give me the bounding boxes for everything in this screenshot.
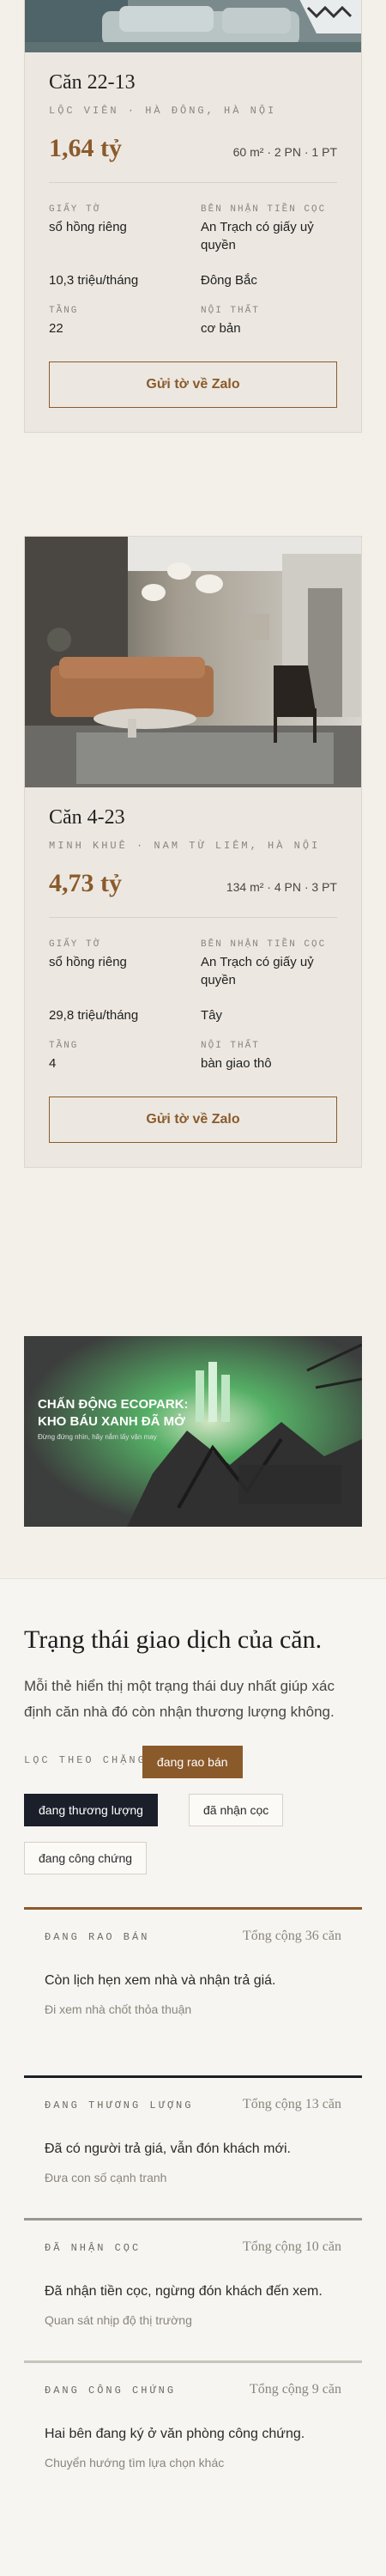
section-description: Mỗi thẻ hiển thị một trạng thái duy nhất… bbox=[24, 1678, 335, 1720]
status-name: ĐANG CÔNG CHỨNG bbox=[45, 2385, 177, 2397]
monthly-price: 29,8 triệu/tháng bbox=[49, 1008, 139, 1023]
status-text: Hai bên đang ký ở văn phòng công chứng. bbox=[45, 2427, 305, 2441]
status-card-da-nhan-coc[interactable]: ĐÃ NHẬN CỌC Tổng cộng 10 căn Đã nhận tiề… bbox=[24, 2218, 362, 2327]
deposit-label: BÊN NHẬN TIỀN CỌC bbox=[201, 204, 327, 215]
status-text: Còn lịch hẹn xem nhà và nhận trả giá. bbox=[45, 1973, 276, 1988]
status-total: Tổng cộng 10 căn bbox=[242, 2239, 341, 2254]
send-zalo-button[interactable]: Gửi tờ về Zalo bbox=[49, 1097, 337, 1143]
listing-card: Căn 22-13 LỘC VIÊN · HÀ ĐÔNG, HÀ NỘI 1,6… bbox=[24, 0, 362, 433]
status-bar bbox=[24, 1907, 362, 1910]
listing-specs: 60 m² · 2 PN · 1 PT bbox=[232, 145, 337, 159]
floor-label: TẦNG bbox=[49, 306, 79, 316]
status-subtext: Quan sát nhịp độ thị trường bbox=[45, 2313, 192, 2327]
listing-title: Căn 4-23 bbox=[49, 806, 125, 829]
banner-tagline: Đừng đứng nhìn, hãy nắm lấy vận may bbox=[38, 1433, 157, 1441]
transaction-status-section: Trạng thái giao dịch của căn. Mỗi thẻ hi… bbox=[0, 1578, 386, 2576]
interior-label: NỘI THẤT bbox=[201, 306, 260, 316]
status-name: ĐANG THƯƠNG LƯỢNG bbox=[45, 2099, 194, 2111]
interior-label: NỘI THẤT bbox=[201, 1041, 260, 1051]
status-subtext: Chuyển hướng tìm lựa chọn khác bbox=[45, 2456, 225, 2470]
send-zalo-button[interactable]: Gửi tờ về Zalo bbox=[49, 361, 337, 408]
status-bar bbox=[24, 2218, 362, 2221]
deposit-value: An Trạch có giấy uỷ quyền bbox=[201, 955, 314, 987]
paperwork-label: GIẤY TỜ bbox=[49, 204, 101, 215]
monthly-price: 10,3 triệu/tháng bbox=[49, 273, 139, 288]
status-text: Đã nhận tiền cọc, ngừng đón khách đến xe… bbox=[45, 2284, 323, 2299]
banner-headline-2: KHO BÁU XANH ĐÃ MỞ bbox=[38, 1413, 185, 1429]
paperwork-value: sổ hồng riêng bbox=[49, 220, 127, 234]
deposit-value: An Trạch có giấy uỷ quyền bbox=[201, 220, 314, 252]
status-card-dang-cong-chung[interactable]: ĐANG CÔNG CHỨNG Tổng cộng 9 căn Hai bên … bbox=[24, 2360, 362, 2470]
chip-dang-rao-ban[interactable]: đang rao bán bbox=[142, 1746, 243, 1778]
status-bar bbox=[24, 2075, 362, 2078]
floor-value: 4 bbox=[49, 1056, 57, 1071]
status-name: ĐANG RAO BÁN bbox=[45, 1931, 150, 1943]
direction-value: Đông Bắc bbox=[201, 273, 257, 288]
status-card-dang-thuong-luong[interactable]: ĐANG THƯƠNG LƯỢNG Tổng cộng 13 căn Đã có… bbox=[24, 2075, 362, 2184]
status-subtext: Đưa con số cạnh tranh bbox=[45, 2171, 167, 2184]
section-title: Trạng thái giao dịch của căn. bbox=[24, 1625, 323, 1654]
status-total: Tổng cộng 36 căn bbox=[242, 1929, 341, 1943]
ecopark-ad-banner[interactable]: CHẤN ĐỘNG ECOPARK: KHO BÁU XANH ĐÃ MỞ Đừ… bbox=[24, 1336, 362, 1527]
listing-photo[interactable] bbox=[25, 537, 361, 787]
banner-headline-1: CHẤN ĐỘNG ECOPARK: bbox=[38, 1396, 189, 1412]
paperwork-value: sổ hồng riêng bbox=[49, 955, 127, 969]
status-total: Tổng cộng 13 căn bbox=[242, 2097, 341, 2111]
listing-photo[interactable] bbox=[25, 0, 361, 52]
status-total: Tổng cộng 9 căn bbox=[249, 2382, 341, 2397]
interior-value: cơ bản bbox=[201, 321, 241, 336]
interior-value: bàn giao thô bbox=[201, 1056, 272, 1071]
status-text: Đã có người trả giá, vẫn đón khách mới. bbox=[45, 2142, 291, 2156]
chip-da-nhan-coc[interactable]: đã nhận cọc bbox=[189, 1794, 284, 1826]
chip-dang-thuong-luong[interactable]: đang thương lượng bbox=[24, 1794, 158, 1826]
floor-label: TẦNG bbox=[49, 1041, 79, 1051]
deposit-label: BÊN NHẬN TIỀN CỌC bbox=[201, 939, 327, 950]
filter-label: LỌC THEO CHẶNG bbox=[24, 1754, 147, 1766]
status-card-dang-rao-ban[interactable]: ĐANG RAO BÁN Tổng cộng 36 căn Còn lịch h… bbox=[24, 1907, 362, 2016]
listing-price: 4,73 tỷ bbox=[49, 869, 122, 897]
listing-card: Căn 4-23 MINH KHUÊ · NAM TỪ LIÊM, HÀ NỘI… bbox=[24, 536, 362, 1168]
listing-location: MINH KHUÊ · NAM TỪ LIÊM, HÀ NỘI bbox=[49, 840, 321, 852]
listing-location: LỘC VIÊN · HÀ ĐÔNG, HÀ NỘI bbox=[49, 105, 277, 117]
listing-specs: 134 m² · 4 PN · 3 PT bbox=[226, 880, 337, 894]
listing-price: 1,64 tỷ bbox=[49, 134, 122, 162]
floor-value: 22 bbox=[49, 321, 63, 336]
direction-value: Tây bbox=[201, 1008, 223, 1023]
status-bar bbox=[24, 2360, 362, 2363]
listing-title: Căn 22-13 bbox=[49, 71, 136, 94]
paperwork-label: GIẤY TỜ bbox=[49, 939, 101, 950]
chip-dang-cong-chung[interactable]: đang công chứng bbox=[24, 1842, 148, 1874]
status-name: ĐÃ NHẬN CỌC bbox=[45, 2242, 142, 2254]
status-subtext: Đi xem nhà chốt thỏa thuận bbox=[45, 2002, 192, 2016]
